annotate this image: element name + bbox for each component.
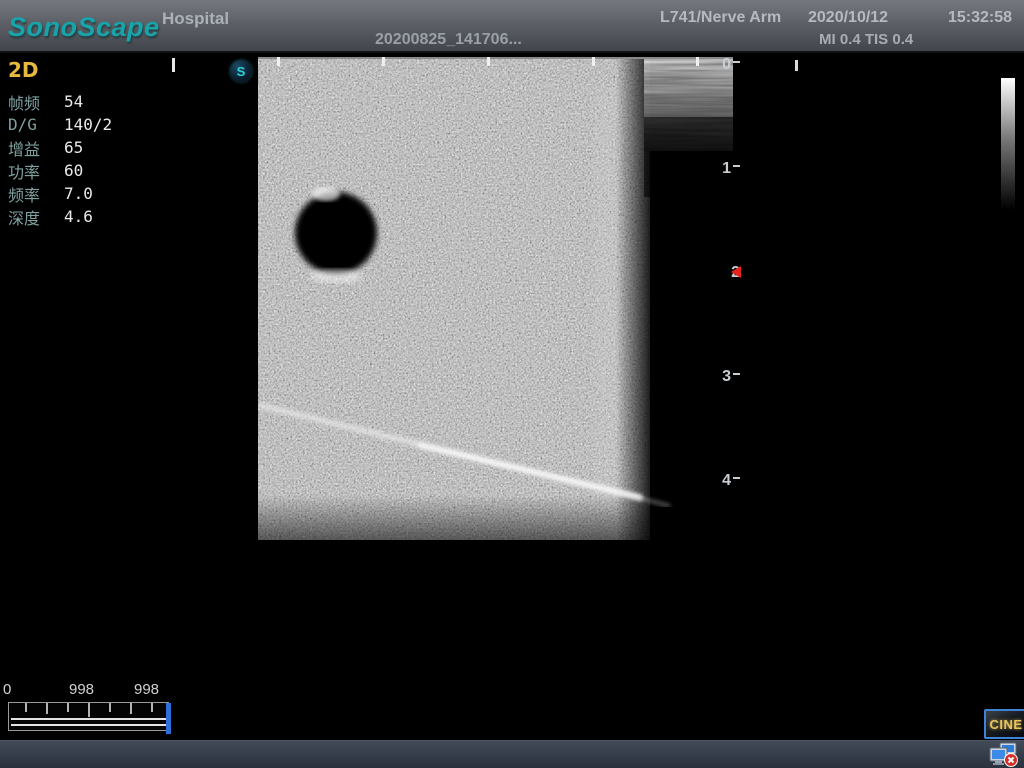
cine-position-marker[interactable] [166, 703, 171, 734]
param-dynamic-range: D/G 140/2 [8, 113, 158, 136]
depth-ruler-mark-0: 0 [704, 56, 740, 74]
probe-orientation-icon: S [230, 60, 252, 82]
ruler-tick [733, 373, 740, 375]
mode-label: 2D [8, 58, 158, 82]
frame-marker-tick [795, 60, 798, 71]
network-disconnected-icon[interactable] [989, 742, 1019, 768]
cine-track [11, 718, 166, 726]
ruler-tick [733, 61, 740, 63]
grayscale-bar [1001, 78, 1015, 210]
cine-mid-label: 998 [69, 681, 94, 698]
param-depth: 深度 4.6 [8, 205, 158, 228]
mi-tis-readout: MI 0.4 TIS 0.4 [819, 31, 913, 48]
param-power: 功率 60 [8, 159, 158, 182]
parameter-panel: 2D 帧频 54 D/G 140/2 增益 65 功率 60 频率 7.0 深度… [8, 58, 158, 228]
cine-tick [46, 703, 48, 714]
ruler-tick [733, 165, 740, 167]
cine-button[interactable]: CINE [984, 709, 1024, 739]
system-time: 15:32:58 [948, 9, 1012, 27]
cine-end-label: 998 [134, 681, 159, 698]
focus-indicator-icon[interactable] [731, 266, 741, 278]
hospital-name: Hospital [162, 9, 229, 29]
cine-tick [88, 703, 90, 717]
ultrasound-image[interactable] [258, 57, 733, 540]
depth-ruler-mark-3: 3 [704, 368, 740, 386]
cine-tick [151, 703, 153, 712]
param-frame-rate: 帧频 54 [8, 90, 158, 113]
title-bar: SonoScape Hospital L741/Nerve Arm 2020/1… [0, 0, 1024, 53]
cine-tick [130, 703, 132, 714]
param-frequency: 频率 7.0 [8, 182, 158, 205]
ruler-tick [733, 477, 740, 479]
depth-ruler-mark-4: 4 [704, 472, 740, 490]
cine-tick [25, 703, 27, 712]
tgc-cursor-tick [172, 58, 175, 72]
cine-tick [67, 703, 69, 712]
exam-file-name: 20200825_141706... [375, 31, 522, 49]
cine-tick [109, 703, 111, 712]
cine-start-label: 0 [3, 681, 11, 698]
depth-ruler-mark-1: 1 [704, 160, 740, 178]
taskbar [0, 740, 1024, 768]
probe-preset: L741/Nerve Arm [660, 9, 781, 27]
ultrasound-render [258, 57, 733, 540]
system-date: 2020/10/12 [808, 9, 888, 27]
cine-progress-bar[interactable] [8, 702, 169, 731]
sonoscape-logo: SonoScape [8, 12, 160, 43]
param-gain: 增益 65 [8, 136, 158, 159]
